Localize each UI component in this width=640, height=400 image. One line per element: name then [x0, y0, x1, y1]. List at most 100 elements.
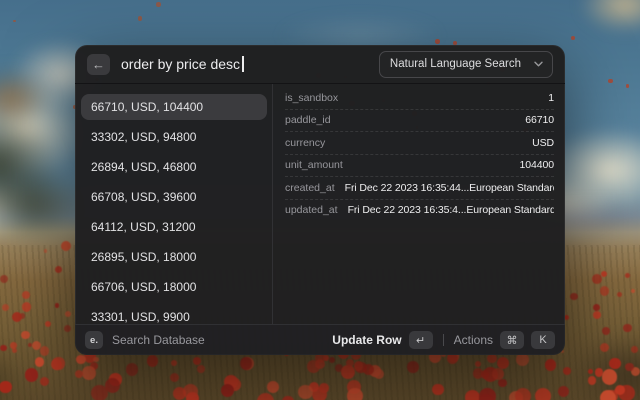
poppy-flower — [197, 365, 204, 372]
result-item[interactable]: 26895, USD, 18000 — [81, 244, 267, 270]
poppy-flower — [61, 241, 71, 251]
result-item[interactable]: 66706, USD, 18000 — [81, 274, 267, 300]
detail-value: Fri Dec 22 2023 16:35:44...European Stan… — [345, 182, 554, 194]
poppy-flower — [138, 16, 142, 20]
detail-row: created_at Fri Dec 22 2023 16:35:44...Eur… — [285, 176, 554, 199]
detail-key: is_sandbox — [285, 92, 338, 104]
detail-value: USD — [532, 137, 554, 149]
search-query-text: order by price desc — [121, 56, 240, 72]
action-bar: e. Search Database Update Row ↵ Actions … — [75, 324, 565, 355]
poppy-flower — [535, 388, 551, 400]
poppy-flower — [570, 293, 577, 300]
poppy-flower — [347, 388, 363, 400]
poppy-flower — [625, 363, 633, 371]
launcher-window: ← order by price desc Natural Language S… — [75, 45, 565, 355]
detail-key: unit_amount — [285, 159, 343, 171]
update-row-action[interactable]: Update Row — [332, 333, 401, 347]
poppy-flower — [147, 355, 158, 366]
detail-key: currency — [285, 137, 325, 149]
poppy-flower — [12, 312, 22, 322]
poppy-flower — [12, 348, 17, 353]
detail-row: updated_atFri Dec 22 2023 16:35:4...Euro… — [285, 199, 554, 222]
poppy-flower — [183, 384, 198, 399]
poppy-flower — [75, 370, 83, 378]
detail-panel: is_sandbox 1 paddle_id 66710 currency USD unit… — [273, 84, 565, 325]
actions-menu-button[interactable]: Actions — [454, 333, 493, 347]
k-key-badge: K — [531, 331, 555, 349]
poppy-flower — [22, 291, 30, 299]
poppy-flower — [22, 302, 32, 312]
detail-row: unit_amount104400 — [285, 154, 554, 177]
poppy-flower — [626, 84, 629, 87]
poppy-flower — [105, 378, 120, 393]
detail-row: currency USD — [285, 131, 554, 154]
return-key-badge: ↵ — [409, 331, 433, 349]
poppy-flower — [171, 360, 177, 366]
poppy-flower — [193, 357, 201, 365]
poppy-flower — [10, 342, 16, 348]
poppy-flower — [21, 331, 30, 340]
detail-key: updated_at — [285, 204, 338, 216]
result-item[interactable]: 66710, USD, 104400 — [81, 94, 267, 120]
poppy-flower — [76, 355, 85, 364]
poppy-flower — [363, 364, 374, 375]
poppy-flower — [126, 363, 139, 376]
poppy-flower — [608, 79, 613, 84]
poppy-flower — [0, 381, 12, 393]
poppy-flower — [319, 383, 328, 392]
poppy-flower — [315, 359, 325, 369]
poppy-flower — [516, 353, 529, 366]
poppy-flower — [0, 345, 7, 352]
poppy-flower — [35, 357, 44, 366]
search-mode-dropdown[interactable]: Natural Language Search — [379, 51, 553, 78]
poppy-flower — [602, 369, 617, 384]
poppy-flower — [407, 361, 419, 373]
result-item[interactable]: 64112, USD, 31200 — [81, 214, 267, 240]
poppy-flower — [240, 357, 253, 370]
poppy-flower — [267, 381, 279, 393]
detail-row: paddle_id 66710 — [285, 109, 554, 132]
detail-key: created_at — [285, 182, 335, 194]
poppy-flower — [221, 384, 234, 397]
detail-value: 1 — [548, 92, 554, 104]
result-item[interactable]: 66708, USD, 39600 — [81, 184, 267, 210]
poppy-flower — [515, 388, 531, 400]
poppy-flower — [615, 385, 625, 395]
result-item[interactable]: 33301, USD, 9900 — [81, 304, 267, 325]
poppy-flower — [52, 357, 64, 369]
cmd-key-badge: ⌘ — [500, 331, 524, 349]
result-item[interactable]: 26894, USD, 46800 — [81, 154, 267, 180]
poppy-flower — [481, 370, 489, 378]
poppy-flower — [617, 292, 622, 297]
poppy-flower — [55, 303, 60, 308]
database-app-icon: e. — [85, 331, 103, 349]
detail-key: paddle_id — [285, 114, 331, 126]
poppy-flower — [40, 346, 49, 355]
poppy-flower — [156, 2, 160, 6]
action-shortcuts: Update Row ↵ Actions ⌘ K — [332, 331, 555, 349]
poppy-flower — [65, 311, 71, 317]
poppy-flower — [609, 358, 621, 370]
search-mode-label: Natural Language Search — [390, 58, 521, 70]
back-button[interactable]: ← — [87, 54, 110, 75]
footer-divider — [443, 334, 444, 346]
poppy-flower — [623, 324, 632, 333]
search-input[interactable]: order by price desc — [121, 56, 244, 72]
poppy-flower — [498, 379, 507, 388]
detail-row: is_sandbox 1 — [285, 87, 554, 109]
poppy-flower — [600, 286, 609, 295]
detail-value: 66710 — [525, 114, 554, 126]
poppy-flower — [44, 249, 47, 252]
poppy-flower — [465, 390, 480, 400]
poppy-flower — [545, 359, 556, 370]
results-list: 66710, USD, 104400 33302, USD, 94800 26894… — [75, 84, 273, 325]
screen: ← order by price desc Natural Language S… — [0, 0, 640, 400]
result-item[interactable]: 33302, USD, 94800 — [81, 124, 267, 150]
poppy-flower — [588, 369, 593, 374]
poppy-flower — [593, 311, 601, 319]
command-info: e. Search Database — [85, 331, 205, 349]
back-arrow-icon: ← — [92, 54, 105, 75]
window-content: 66710, USD, 104400 33302, USD, 94800 26894… — [75, 84, 565, 325]
poppy-flower — [82, 366, 95, 379]
poppy-flower — [631, 289, 635, 293]
